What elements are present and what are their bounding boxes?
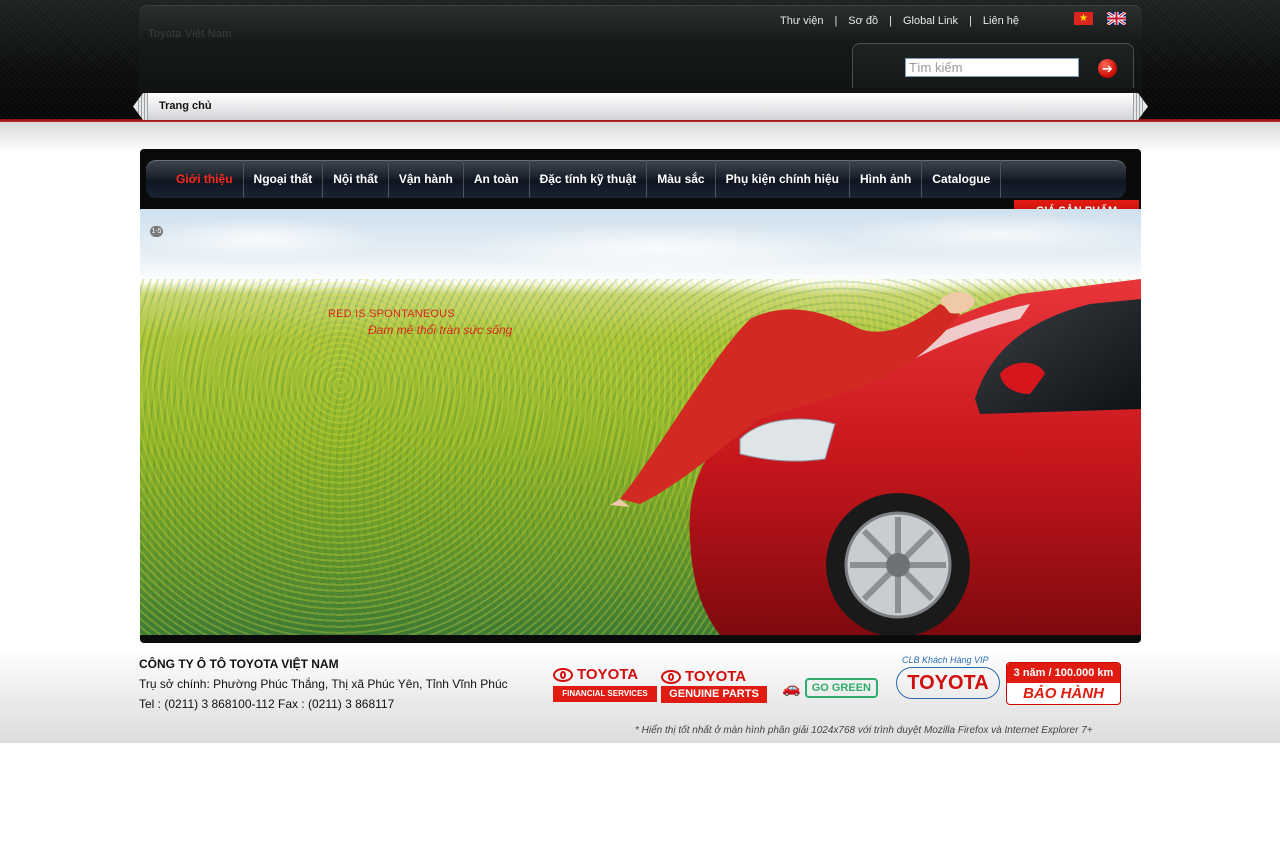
nav-item-catalogue[interactable]: Catalogue [922, 160, 1002, 198]
vip-club-logo[interactable]: CLB Khách Hàng VIP TOYOTA [896, 655, 1000, 711]
top-link-contact[interactable]: Liên hệ [983, 15, 1019, 27]
nav-item-specifications[interactable]: Đặc tính kỹ thuật [530, 160, 648, 198]
warranty-logo[interactable]: 3 năm / 100.000 km BẢO HÀNH [1006, 662, 1121, 705]
slide-indicator[interactable]: 1-5 [150, 226, 163, 237]
toyota-emblem-icon [553, 668, 573, 682]
toyota-genuine-parts-logo[interactable]: TOYOTA GENUINE PARTS [661, 667, 767, 704]
top-links: Thư viện | Sơ đồ | Global Link | Liên hệ [780, 15, 1019, 27]
search-go-button[interactable]: ➔ [1098, 59, 1117, 78]
nav-item-safety[interactable]: An toàn [464, 160, 530, 198]
vietnam-flag-icon[interactable]: ★ [1074, 12, 1093, 25]
hero-car-image [610, 279, 1141, 635]
breadcrumb-home[interactable]: Trang chủ [159, 100, 212, 112]
company-name: CÔNG TY Ô TÔ TOYOTA VIỆT NAM [139, 657, 339, 671]
car-icon: 🚗 [782, 680, 801, 697]
toyota-emblem-icon [661, 669, 681, 684]
breadcrumb [133, 93, 1148, 120]
eco-go-green-logo[interactable]: 🚗 GO GREEN [782, 676, 878, 700]
hero-tagline-vi: Đam mê thổi tràn sức sống [368, 323, 513, 337]
site-logo[interactable]: Toyota Việt Nam [148, 28, 232, 40]
company-contact: Tel : (0211) 3 868100-112 Fax : (0211) 3… [139, 697, 395, 711]
nav-item-performance[interactable]: Vận hành [389, 160, 464, 198]
hero-tagline-en: RED IS SPONTANEOUS [328, 308, 455, 320]
nav-item-gallery[interactable]: Hình ảnh [850, 160, 923, 198]
company-address: Trụ sở chính: Phường Phúc Thắng, Thị xã … [139, 677, 508, 691]
uk-flag-icon[interactable] [1106, 10, 1127, 27]
top-link-sitemap[interactable]: Sơ đồ [848, 15, 878, 27]
product-nav: Giới thiệu Ngoại thất Nội thất Vận hành … [166, 160, 1002, 198]
nav-item-introduction[interactable]: Giới thiệu [166, 160, 244, 198]
arrow-right-icon: ➔ [1102, 61, 1113, 76]
nav-item-colors[interactable]: Màu sắc [647, 160, 716, 198]
search-input[interactable] [905, 58, 1079, 77]
nav-item-accessories[interactable]: Phụ kiện chính hiệu [716, 160, 850, 198]
browser-note: * Hiển thị tốt nhất ở màn hình phân giải… [635, 725, 1093, 736]
nav-item-interior[interactable]: Nội thất [323, 160, 389, 198]
toyota-financial-services-logo[interactable]: TOYOTA FINANCIAL SERVICES [553, 664, 657, 704]
top-link-global[interactable]: Global Link [903, 15, 958, 27]
top-link-library[interactable]: Thư viện [780, 15, 823, 27]
nav-item-exterior[interactable]: Ngoại thất [244, 160, 324, 198]
